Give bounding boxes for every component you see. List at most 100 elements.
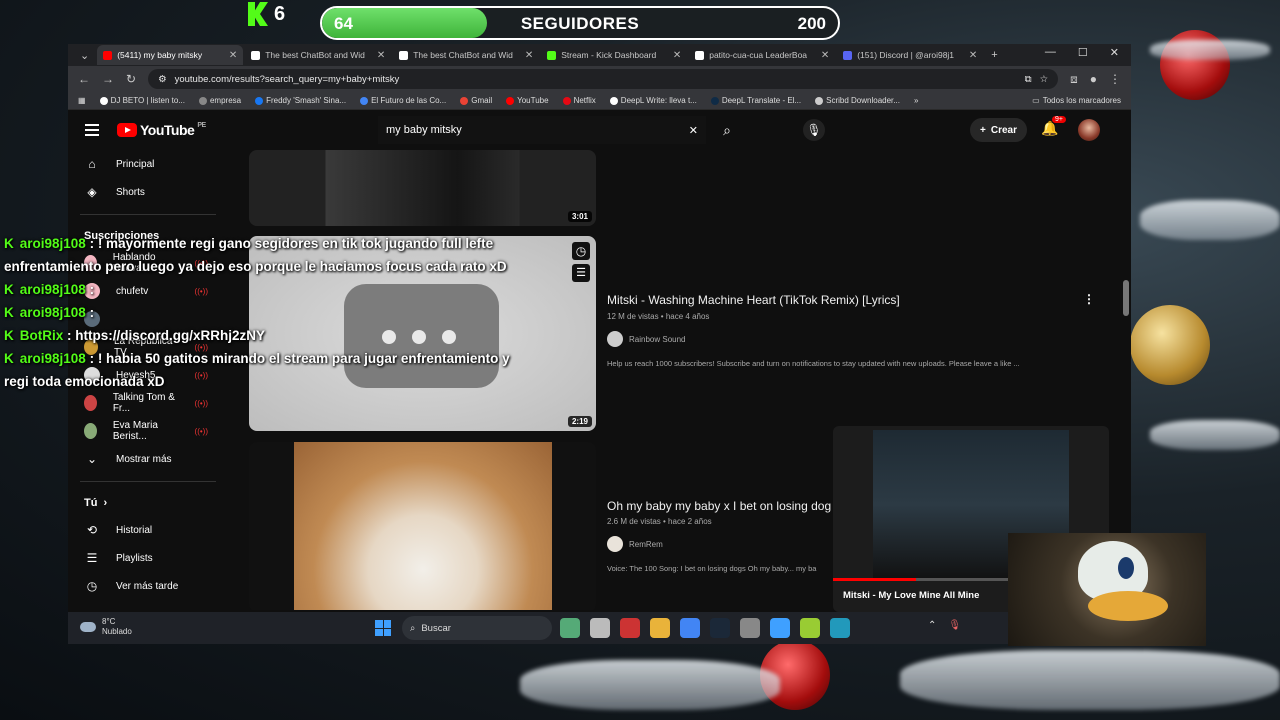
add-to-queue-icon[interactable]: ☰ <box>572 264 590 282</box>
browser-tab[interactable]: The best ChatBot and Wid ✕ <box>245 45 391 65</box>
browser-tab[interactable]: The best ChatBot and Wid ✕ <box>393 45 539 65</box>
bookmark-item[interactable]: empresa <box>198 96 241 105</box>
tab-close-icon[interactable]: ✕ <box>525 50 533 61</box>
bookmark-item[interactable]: Scribd Downloader... <box>815 96 900 105</box>
bookmark-star-icon[interactable]: ☆ <box>1040 74 1049 85</box>
browser-tab[interactable]: (151) Discord | @aroi98j1 ✕ <box>837 45 983 65</box>
search-button[interactable]: ⌕ <box>706 122 748 139</box>
bookmark-item[interactable]: Freddy 'Smash' Sina... <box>255 96 346 105</box>
profile-icon[interactable]: ● <box>1090 72 1097 86</box>
taskbar-search[interactable]: ⌕ Buscar <box>402 616 552 640</box>
tray-chevron-icon[interactable]: ⌃ <box>928 620 936 631</box>
tab-close-icon[interactable]: ✕ <box>821 50 829 61</box>
taskbar-app-icon[interactable] <box>560 618 580 638</box>
stream-chat: Karoi98j108 : ! mayormente regi gano seg… <box>4 232 514 393</box>
taskbar-app-icon[interactable] <box>740 618 760 638</box>
sidebar-item-label: Historial <box>116 524 153 536</box>
bookmark-item[interactable]: DeepL Write: lleva t... <box>609 96 697 105</box>
weather-widget[interactable]: 8°C Nublado <box>80 617 132 637</box>
more-actions-icon[interactable]: ⋮ <box>1083 292 1095 306</box>
subscription-item[interactable]: Eva Maria Berist... ((•)) <box>68 417 228 445</box>
watch-later-icon[interactable]: ◷ <box>572 242 590 260</box>
bookmark-item[interactable]: DeepL Translate - El... <box>710 96 801 105</box>
browser-tab[interactable]: Stream - Kick Dashboard ✕ <box>541 45 687 65</box>
account-avatar[interactable] <box>1078 119 1100 141</box>
apps-grid-icon[interactable]: ▦ <box>78 96 86 105</box>
close-window-button[interactable]: ✕ <box>1110 46 1119 59</box>
back-icon[interactable]: ← <box>78 72 90 86</box>
tab-title: (5411) my baby mitsky <box>117 50 203 60</box>
create-button[interactable]: + Crear <box>970 118 1027 142</box>
video-title[interactable]: Mitski - Washing Machine Heart (TikTok R… <box>607 293 900 307</box>
address-bar[interactable]: ⚙ youtube.com/results?search_query=my+ba… <box>148 69 1059 89</box>
sidebar-item-you[interactable]: ⟲ Historial <box>68 516 228 544</box>
tab-favicon-icon <box>843 50 853 60</box>
hamburger-menu-icon[interactable] <box>85 124 99 136</box>
tab-list: (5411) my baby mitsky ✕ The best ChatBot a… <box>97 45 983 65</box>
bookmark-favicon-icon <box>198 96 207 105</box>
sidebar-item-principal[interactable]: ⌂ Principal <box>68 150 228 178</box>
start-button[interactable] <box>375 620 391 636</box>
kick-badge-icon: K <box>4 236 14 251</box>
chat-message: Karoi98j108 : ! mayormente regi gano seg… <box>4 232 514 278</box>
maximize-button[interactable]: ☐ <box>1078 46 1088 59</box>
taskbar-app-icon[interactable] <box>770 618 790 638</box>
extensions-icon[interactable]: ⧈ <box>1070 72 1078 87</box>
taskbar-app-icon[interactable] <box>650 618 670 638</box>
clear-search-icon[interactable]: ✕ <box>689 124 698 137</box>
channel-info[interactable]: Rainbow Sound <box>607 331 685 347</box>
bookmark-label: YouTube <box>517 96 549 105</box>
show-more-button[interactable]: ⌄ Mostrar más <box>68 445 228 473</box>
search-input[interactable]: my baby mitsky ✕ <box>378 116 706 144</box>
minimize-button[interactable]: — <box>1045 46 1056 59</box>
menu-icon[interactable]: ⋮ <box>1109 72 1121 86</box>
bookmark-favicon-icon <box>506 96 515 105</box>
tab-close-icon[interactable]: ✕ <box>377 50 385 61</box>
page-scrollbar[interactable] <box>1123 280 1129 316</box>
video-thumbnail[interactable]: 3:01 <box>249 150 596 226</box>
sidebar-divider <box>80 214 216 215</box>
follower-label: SEGUIDORES <box>520 14 640 33</box>
bookmark-item[interactable]: El Futuro de las Co... <box>360 96 446 105</box>
bookmark-item[interactable]: Netflix <box>562 96 596 105</box>
browser-tab[interactable]: (5411) my baby mitsky ✕ <box>97 45 244 65</box>
sidebar-item-you[interactable]: ☰ Playlists <box>68 544 228 572</box>
video-thumbnail[interactable] <box>249 442 596 610</box>
forward-icon[interactable]: → <box>102 72 114 86</box>
bookmark-favicon-icon <box>562 96 571 105</box>
chat-separator: : <box>85 305 95 320</box>
youtube-play-icon <box>117 123 137 137</box>
browser-tab[interactable]: patito-cua-cua LeaderBoa ✕ <box>689 45 835 65</box>
taskbar-app-icon[interactable] <box>620 618 640 638</box>
tab-search-icon[interactable]: ⌄ <box>74 49 95 62</box>
bookmarks-more-button[interactable]: » <box>914 96 918 105</box>
duck-eye <box>1118 557 1134 579</box>
bookmark-item[interactable]: YouTube <box>506 96 549 105</box>
bookmark-item[interactable]: DJ BETO | listen to... <box>99 96 185 105</box>
tab-close-icon[interactable]: ✕ <box>229 50 237 61</box>
taskbar-app-icon[interactable] <box>800 618 820 638</box>
kick-badge-icon: K <box>4 351 14 366</box>
taskbar-app-icon[interactable] <box>710 618 730 638</box>
tab-title: The best ChatBot and Wid <box>265 50 365 60</box>
new-tab-button[interactable]: + <box>985 49 1003 61</box>
reload-icon[interactable]: ↻ <box>126 72 136 86</box>
youtube-logo[interactable]: YouTube PE <box>117 122 206 138</box>
sidebar-item-you[interactable]: ◷ Ver más tarde <box>68 572 228 600</box>
taskbar-app-icon[interactable] <box>680 618 700 638</box>
video-title[interactable]: Oh my baby my baby x I bet on losing dog <box>607 499 831 513</box>
site-info-icon[interactable]: ⚙ <box>158 74 167 85</box>
all-bookmarks-button[interactable]: ▭ Todos los marcadores <box>1032 96 1121 105</box>
you-heading[interactable]: Tú › <box>68 490 228 516</box>
channel-info[interactable]: RemRem <box>607 536 663 552</box>
tab-close-icon[interactable]: ✕ <box>969 50 977 61</box>
bookmark-item[interactable]: Gmail <box>460 96 492 105</box>
subscription-item[interactable]: Talking Tom & Fr... ((•)) <box>68 389 228 417</box>
voice-search-icon[interactable]: 🎙 <box>803 119 825 141</box>
cast-icon[interactable]: ⧉ <box>1025 74 1032 85</box>
sidebar-item-shorts[interactable]: ◈ Shorts <box>68 178 228 206</box>
microphone-icon[interactable]: 🎙 <box>948 620 961 631</box>
taskbar-app-icon[interactable] <box>830 618 850 638</box>
taskbar-app-icon[interactable] <box>590 618 610 638</box>
tab-close-icon[interactable]: ✕ <box>673 50 681 61</box>
